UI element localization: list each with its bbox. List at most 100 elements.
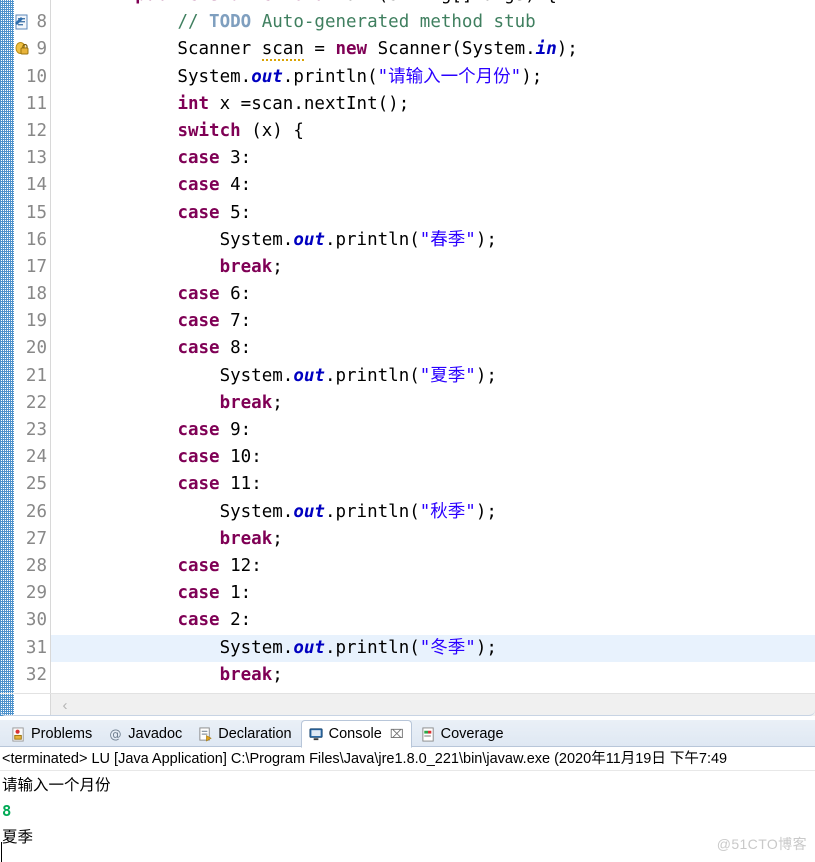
line-number: 21	[25, 365, 47, 386]
scroll-left-chevron-icon[interactable]: ‹	[56, 696, 74, 715]
code-token-plain: =	[303, 39, 336, 60]
tab-problems[interactable]: Problems	[4, 721, 99, 747]
line-number: 29	[25, 583, 47, 604]
code-token-plain: );	[521, 66, 543, 87]
editor-viewport[interactable]: 7891011121314151617181920212223242526272…	[0, 0, 815, 693]
warning-lock-icon[interactable]	[14, 41, 30, 57]
code-line[interactable]: case 11:	[51, 471, 815, 498]
code-line[interactable]: System.out.println("春季");	[51, 227, 815, 254]
console-caret	[1, 842, 2, 862]
editor-horizontal-scrollbar[interactable]: ‹	[0, 693, 815, 716]
code-token-kw: case	[177, 474, 220, 495]
line-number: 18	[25, 284, 47, 305]
code-token-kw: break	[219, 664, 273, 685]
line-number: 22	[25, 392, 47, 413]
annotation-change-bar[interactable]	[0, 0, 14, 693]
code-line[interactable]: public static void main(String[] args) {	[51, 0, 815, 9]
code-line[interactable]: case 4:	[51, 172, 815, 199]
code-token-kw: case	[177, 583, 220, 604]
code-token-kw: case	[177, 148, 220, 169]
console-icon	[309, 727, 324, 742]
code-token-plain: Scanner	[51, 39, 262, 60]
code-line[interactable]: case 10:	[51, 444, 815, 471]
code-line[interactable]: case 8:	[51, 335, 815, 362]
code-token-plain: ;	[272, 528, 283, 549]
console-launch-header: <terminated> LU [Java Application] C:\Pr…	[0, 747, 815, 771]
code-line[interactable]: case 3:	[51, 145, 815, 172]
code-line[interactable]: System.out.println("夏季");	[51, 363, 815, 390]
code-line[interactable]: System.out.println("请输入一个月份");	[51, 64, 815, 91]
line-number: 16	[25, 229, 47, 250]
code-line[interactable]: System.out.println("秋季");	[51, 499, 815, 526]
code-token-plain: );	[475, 501, 497, 522]
console-output-line: 夏季	[2, 828, 34, 846]
line-number: 17	[25, 256, 47, 277]
java-editor[interactable]: 7891011121314151617181920212223242526272…	[0, 0, 815, 716]
console-output-area[interactable]: 请输入一个月份 8 夏季	[0, 772, 815, 862]
declaration-icon	[198, 726, 213, 742]
code-token-fld: out	[293, 501, 325, 522]
view-tab-bar[interactable]: Problems @ Javadoc Declaration Console ⌧ Cover…	[0, 720, 815, 748]
code-line[interactable]: case 12:	[51, 553, 815, 580]
code-text-area[interactable]: public static void main(String[] args) {…	[51, 0, 815, 693]
code-token-plain: 1:	[219, 583, 252, 604]
code-token-cmt: //	[177, 12, 210, 33]
tab-declaration[interactable]: Declaration	[191, 721, 298, 747]
code-token-plain: System.	[51, 501, 294, 522]
code-token-fld: out	[293, 365, 325, 386]
scrollbar-track[interactable]	[51, 694, 815, 716]
code-line[interactable]: case 1:	[51, 580, 815, 607]
code-token-kw: case	[177, 420, 220, 440]
code-token-str: "请输入一个月份"	[377, 66, 522, 87]
code-token-kw: case	[177, 338, 220, 359]
code-line[interactable]: case 7:	[51, 308, 815, 335]
tab-console[interactable]: Console ⌧	[300, 720, 412, 748]
line-number-gutter[interactable]: 7891011121314151617181920212223242526272…	[14, 0, 51, 693]
code-line[interactable]: // TODO Auto-generated method stub	[51, 9, 815, 36]
svg-text:@: @	[110, 727, 122, 741]
code-token-kw: switch	[177, 120, 241, 141]
code-line[interactable]: Scanner scan = new Scanner(System.in);	[51, 36, 815, 63]
code-token-str: "秋季"	[419, 501, 476, 522]
code-token-kw: case	[177, 555, 220, 576]
code-line[interactable]: break;	[51, 254, 815, 281]
tab-coverage[interactable]: Coverage	[414, 721, 511, 747]
code-token-kw: case	[177, 311, 220, 332]
tab-javadoc[interactable]: @ Javadoc	[101, 721, 189, 747]
code-token-fld: out	[293, 229, 325, 250]
code-line[interactable]: break;	[51, 526, 815, 553]
code-line[interactable]: int x =scan.nextInt();	[51, 91, 815, 118]
code-token-kw: case	[177, 202, 220, 223]
code-token-plain: ;	[272, 256, 283, 277]
tab-close-icon[interactable]: ⌧	[390, 727, 404, 741]
code-line[interactable]: System.out.println("冬季");	[51, 634, 815, 662]
code-line[interactable]: case 2:	[51, 607, 815, 634]
code-line[interactable]: case 9:	[51, 417, 815, 444]
code-token-plain: 6:	[219, 284, 252, 305]
code-line[interactable]: case 6:	[51, 281, 815, 308]
line-number: 23	[25, 420, 47, 440]
code-line[interactable]: switch (x) {	[51, 118, 815, 145]
coverage-icon	[421, 726, 436, 742]
code-line[interactable]: case 5:	[51, 200, 815, 227]
code-line[interactable]: break;	[51, 662, 815, 689]
todo-task-icon[interactable]	[14, 14, 30, 30]
code-token-plain: 2:	[219, 610, 252, 631]
code-token-kw: case	[177, 175, 220, 196]
code-token-fld: in	[535, 39, 557, 60]
code-line[interactable]: break;	[51, 390, 815, 417]
code-token-plain: Scanner(System.	[367, 39, 536, 60]
code-token-plain: System.	[51, 365, 294, 386]
code-token-plain: 7:	[219, 311, 252, 332]
line-number: 10	[25, 66, 47, 87]
code-token-kw: public	[135, 0, 198, 5]
code-token-plain: );	[475, 229, 497, 250]
